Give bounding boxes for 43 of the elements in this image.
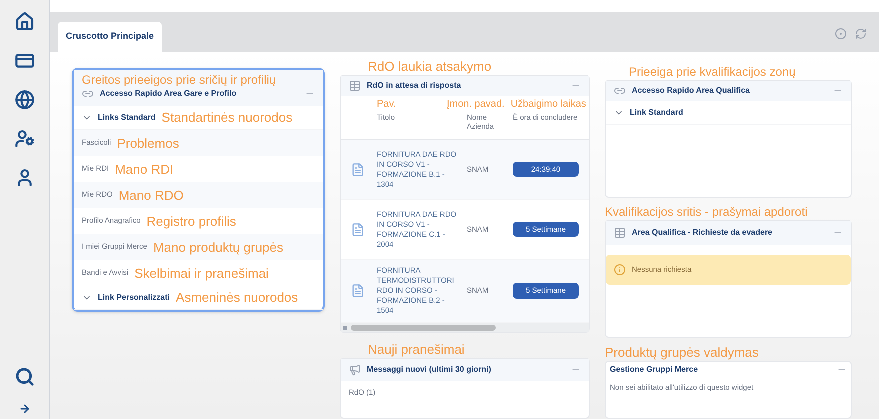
table-icon [614, 227, 626, 239]
megaphone-icon [349, 364, 361, 376]
widget-title: Area Qualifica - Richieste da evadere [632, 227, 773, 239]
annotation-label: Skelbimai ir pranešimai [134, 266, 269, 280]
link-icon [614, 85, 626, 97]
annotation-label: Nauji pranešimai [367, 343, 466, 356]
tab[interactable]: Cruscotto Principale [58, 22, 162, 52]
arrow-icon[interactable] [18, 403, 30, 415]
document-icon [351, 222, 365, 236]
annotation-label: RdO laukia atsakymo [367, 60, 493, 73]
user-gear-icon[interactable] [14, 129, 34, 149]
document-icon [351, 284, 365, 298]
document-icon [351, 162, 365, 176]
link-icon [82, 88, 94, 100]
section-header[interactable]: Links Standard [98, 112, 156, 124]
annotation-label: Pav. [377, 100, 398, 110]
table-icon [349, 80, 361, 92]
widget-title: Messaggi nuovi (ultimi 30 giorni) [367, 364, 492, 376]
section-header[interactable]: Link Personalizzati [98, 292, 170, 304]
info-icon [614, 264, 626, 276]
annotation-label: Mano RDO [118, 188, 184, 202]
scrollbar[interactable] [341, 323, 589, 332]
annotation-label: Kvalifikacijos sritis - prašymai apdoroti [605, 206, 809, 218]
annotation-label: Mano RDI [115, 162, 174, 176]
annotation-label: Asmeninės nuorodos [176, 291, 298, 304]
annotation-label: Mano produktų grupės [153, 240, 284, 254]
card-icon[interactable] [14, 51, 34, 71]
widget-title: Gestione Gruppi Merce [610, 364, 698, 376]
annotation-label: Greitos prieeigos prie sričių ir profilių [82, 74, 278, 86]
section-header[interactable]: Link Standard [630, 106, 684, 118]
annotation-label: Produktų grupės valdymas [605, 346, 760, 359]
search-icon[interactable] [14, 367, 34, 387]
widget-title: Accesso Rapido Area Qualifica [632, 85, 750, 97]
annotation-label: Įmon. pavad. [447, 100, 505, 110]
annotation-label: Prieeiga prie kvalifikacijos zonų [628, 66, 797, 78]
annotation-label: Problemos [117, 136, 180, 150]
annotation-label: Standartinės nuorodos [162, 111, 293, 124]
annotation-label: Registro profilis [146, 214, 236, 228]
widget-title: Accesso Rapido Area Gare e Profilo [100, 88, 237, 100]
home-icon[interactable] [14, 12, 34, 32]
widget-title: RdO in attesa di risposta [367, 80, 462, 92]
annotation-label: Užbaigimo laikas [510, 100, 586, 110]
globe-icon[interactable] [14, 90, 34, 110]
